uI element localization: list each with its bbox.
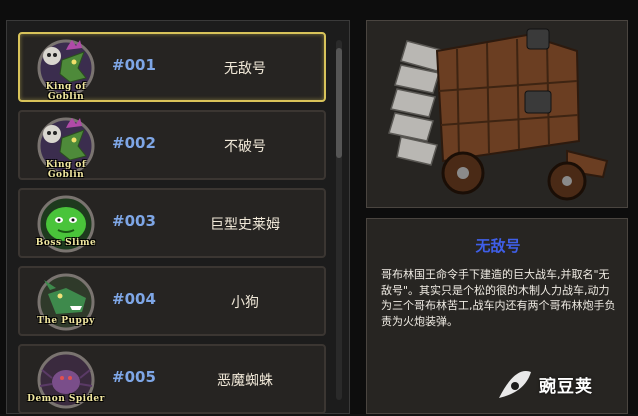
list-item-002[interactable]: King of Goblin #002 不破号 bbox=[18, 110, 326, 180]
monster-portrait-panel bbox=[366, 20, 628, 208]
monster-name: 无敌号 bbox=[224, 61, 266, 77]
monster-number: #001 bbox=[112, 56, 156, 74]
badge-label: Demon Spider bbox=[27, 394, 105, 404]
monster-number: #003 bbox=[112, 212, 156, 230]
badge-label: The Puppy bbox=[37, 316, 95, 326]
monster-badge: King of Goblin bbox=[26, 116, 106, 180]
badge-label: King of Goblin bbox=[45, 160, 87, 180]
monster-name: 巨型史莱姆 bbox=[210, 217, 280, 233]
list-item-001[interactable]: King of Goblin #001 无敌号 bbox=[18, 32, 326, 102]
monster-number: #004 bbox=[112, 290, 156, 308]
list-item-003[interactable]: Boss Slime #003 巨型史莱姆 bbox=[18, 188, 326, 258]
badge-label: Boss Slime bbox=[35, 238, 97, 248]
monster-number: #002 bbox=[112, 134, 156, 152]
wandoujia-watermark: 豌豆荚 bbox=[495, 360, 635, 410]
monster-name: 恶魔蜘蛛 bbox=[217, 373, 273, 389]
list-item-005[interactable]: Demon Spider #005 恶魔蜘蛛 bbox=[18, 344, 326, 414]
watermark-text: 豌豆荚 bbox=[539, 377, 593, 397]
badge-label: King of Goblin bbox=[45, 82, 87, 102]
monster-badge: The Puppy bbox=[26, 272, 106, 332]
monster-number: #005 bbox=[112, 368, 156, 386]
detail-title: 无敌号 bbox=[475, 237, 521, 255]
pea-pod-icon bbox=[499, 371, 531, 398]
scrollbar-thumb[interactable] bbox=[336, 48, 342, 158]
list-scrollbar[interactable] bbox=[336, 40, 342, 400]
list-item-004[interactable]: The Puppy #004 小狗 bbox=[18, 266, 326, 336]
monster-badge: Demon Spider bbox=[26, 350, 106, 410]
monster-name: 小狗 bbox=[231, 295, 259, 311]
detail-description: 哥布林国王命令手下建造的巨大战车,并取名"无敌号"。其实只是个松的很的木制人力战… bbox=[381, 268, 616, 328]
monster-badge: Boss Slime bbox=[26, 194, 106, 254]
monster-name: 不破号 bbox=[224, 139, 266, 155]
encyclopedia-screen: King of Goblin #001 无敌号 King of Goblin #… bbox=[0, 0, 638, 414]
war-chariot-illustration bbox=[388, 28, 609, 201]
monster-badge: King of Goblin bbox=[26, 38, 106, 102]
